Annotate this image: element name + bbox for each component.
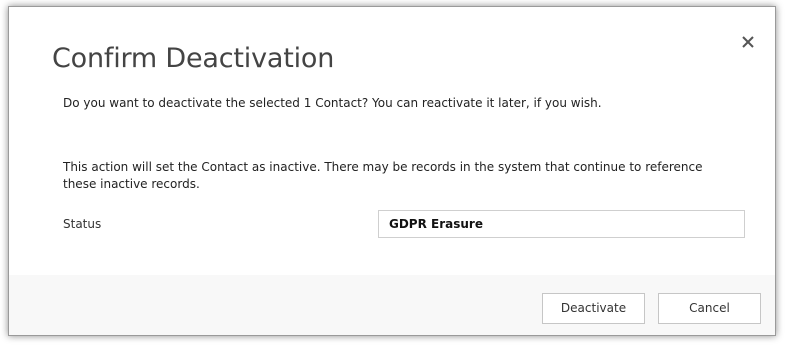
confirmation-question: Do you want to deactivate the selected 1… [63,96,602,110]
screen: Confirm Deactivation Do you want to deac… [0,0,785,345]
close-icon[interactable] [741,35,757,51]
confirm-deactivation-dialog: Confirm Deactivation Do you want to deac… [8,6,776,336]
deactivate-button[interactable]: Deactivate [542,293,645,324]
cancel-button[interactable]: Cancel [658,293,761,324]
status-label: Status [63,217,102,231]
status-select[interactable]: GDPR Erasure [378,210,745,238]
deactivation-info-text: This action will set the Contact as inac… [63,160,703,191]
dialog-title: Confirm Deactivation [52,43,335,74]
